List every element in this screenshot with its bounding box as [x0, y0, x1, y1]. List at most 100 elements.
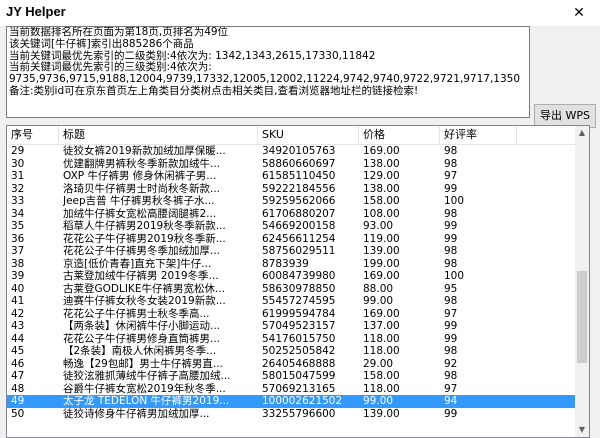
row-index: 42	[11, 307, 25, 320]
row-index: 31	[11, 170, 25, 182]
table-row[interactable]: 42 花花公子牛仔裤男士秋冬季高... 61999594784 169.00 97	[7, 308, 577, 321]
row-rating: 99	[444, 182, 458, 195]
row-sku: 50252505842	[262, 345, 336, 357]
row-index: 48	[11, 382, 25, 395]
row-rating: 98	[444, 145, 458, 157]
row-title: 徒狡泫雅抓薄绒牛仔裤子高腰加绒...	[63, 370, 231, 382]
row-title: OXP 牛仔裤男 修身休闲裤子男...	[63, 170, 217, 182]
row-index: 35	[11, 220, 25, 232]
table-row[interactable]: 32 洛琦贝牛仔裤男士时尚秋冬新款... 59222184556 138.00 99	[7, 183, 577, 196]
row-price: 139.00	[363, 245, 400, 257]
row-sku: 61706880207	[262, 207, 336, 220]
row-index: 30	[11, 157, 25, 170]
row-rating: 99	[444, 220, 458, 232]
title-bar: JY Helper ✕	[0, 0, 600, 26]
table-row[interactable]: 38 京造[低价青春]直充下架]牛仔... 8783939 199.00 98	[7, 258, 577, 271]
row-sku: 8783939	[262, 257, 309, 270]
table-row[interactable]: 43 【两条装】休闲裤牛仔小脚运动... 57049523157 137.00 99	[7, 320, 577, 333]
row-sku: 58860660697	[262, 157, 336, 170]
table-row[interactable]: 41 迪赛牛仔裤女秋冬女装2019新款... 55457274595 99.00 98	[7, 295, 577, 308]
info-textbox[interactable]: 当前数据排名所在页面为第18页,页排名为49位 该关键词[牛仔裤]索引出88528…	[6, 26, 530, 118]
row-rating: 97	[444, 170, 458, 182]
table-row[interactable]: 46 畅逸【29包邮】男士牛仔裤男直... 26405468888 29.00 92	[7, 358, 577, 371]
table-row[interactable]: 37 花花公子牛仔裤男冬季加绒加厚... 58756029511 139.00 98	[7, 245, 577, 258]
row-index: 40	[11, 282, 25, 295]
row-sku: 59259562066	[262, 195, 336, 207]
row-price: 88.00	[363, 282, 394, 295]
row-rating: 98	[444, 245, 458, 257]
table-row[interactable]: 29 徒狡女裤2019新款加绒加厚保暖... 34920105763 169.00 98	[7, 145, 577, 158]
row-title: 畅逸【29包邮】男士牛仔裤男直...	[63, 357, 223, 370]
row-price: 29.00	[363, 357, 394, 370]
row-rating: 94	[444, 395, 458, 407]
row-title: 古莱登加绒牛仔裤男 2019冬季...	[63, 270, 219, 282]
row-rating: 97	[444, 382, 458, 395]
row-sku: 60084739980	[262, 270, 336, 282]
row-sku: 34920105763	[262, 145, 336, 157]
column-header-price[interactable]: 价格	[359, 126, 440, 144]
table-row[interactable]: 47 徒狡泫雅抓薄绒牛仔裤子高腰加绒... 58015047599 158.00 98	[7, 370, 577, 383]
table-row[interactable]: 36 花花公子牛仔裤男2019秋冬季新... 62456611254 119.00 99	[7, 233, 577, 246]
row-index: 45	[11, 345, 25, 357]
table-row[interactable]: 31 OXP 牛仔裤男 修身休闲裤子男... 61585110450 129.00 97	[7, 170, 577, 183]
row-title: 稻草人牛仔裤男2019秋冬季新款...	[63, 220, 226, 232]
scroll-thumb[interactable]	[577, 271, 587, 363]
row-rating: 98	[444, 370, 458, 382]
row-price: 93.00	[363, 220, 394, 232]
vertical-scrollbar[interactable]: ▲ ▼	[575, 126, 589, 437]
row-title: 太子龙 TEDELON 牛仔裤男2019...	[63, 395, 230, 407]
table-row[interactable]: 35 稻草人牛仔裤男2019秋冬季新款... 54669200158 93.00 99	[7, 220, 577, 233]
row-title: 谷爵牛仔裤女宽松2019年秋冬季...	[63, 382, 226, 395]
row-sku: 57069213165	[262, 382, 336, 395]
row-title: 【两条装】休闲裤牛仔小脚运动...	[63, 320, 221, 332]
table-row[interactable]: 50 徒狡诗修身牛仔裤男加绒加厚... 33255796600 139.00 99	[7, 408, 577, 421]
row-sku: 59222184556	[262, 182, 336, 195]
row-price: 158.00	[363, 370, 400, 382]
column-header-rating[interactable]: 好评率	[440, 126, 517, 144]
table-row[interactable]: 39 古莱登加绒牛仔裤男 2019冬季... 60084739980 169.00 10…	[7, 270, 577, 283]
column-header-sku[interactable]: SKU	[258, 126, 359, 144]
row-index: 47	[11, 370, 25, 382]
row-price: 158.00	[363, 195, 400, 207]
row-title: 徒狡女裤2019新款加绒加厚保暖...	[63, 145, 226, 157]
table-row[interactable]: 33 Jeep吉普 牛仔裤男秋冬裤子水... 59259562066 158.00 10…	[7, 195, 577, 208]
scroll-up-icon[interactable]: ▲	[575, 126, 589, 140]
row-title: 古莱登GODLIKE牛仔裤男宽松休...	[63, 282, 225, 295]
row-rating: 92	[444, 357, 458, 370]
table-row[interactable]: 44 花花公子牛仔裤男修身直筒裤男... 54176015750 118.00 99	[7, 333, 577, 346]
column-header-index[interactable]: 序号	[7, 126, 59, 144]
row-title: 花花公子牛仔裤男冬季加绒加厚...	[63, 245, 221, 257]
table-row[interactable]: 34 加绒牛仔裤女宽松高腰阔腿裤2... 61706880207 108.00 98	[7, 208, 577, 221]
row-sku: 61585110450	[262, 170, 336, 182]
row-price: 99.00	[363, 295, 394, 307]
table-row[interactable]: 40 古莱登GODLIKE牛仔裤男宽松休... 58630978850 88.00 95	[7, 283, 577, 296]
results-list[interactable]: 序号 标题 SKU 价格 好评率 29 徒狡女裤2019新款加绒加厚保暖... 34…	[6, 125, 590, 438]
row-rating: 99	[444, 320, 458, 332]
row-title: Jeep吉普 牛仔裤男秋冬裤子水...	[63, 195, 215, 207]
row-index: 49	[11, 395, 25, 407]
scroll-down-icon[interactable]: ▼	[575, 423, 589, 437]
column-header-title[interactable]: 标题	[59, 126, 258, 144]
table-row[interactable]: 30 优建翻牌男裤秋冬季新款加绒牛... 58860660697 138.00 98	[7, 158, 577, 171]
row-title: 花花公子牛仔裤男修身直筒裤男...	[63, 332, 221, 345]
row-title: 徒狡诗修身牛仔裤男加绒加厚...	[63, 407, 210, 420]
close-icon[interactable]: ✕	[568, 2, 590, 24]
row-price: 118.00	[363, 332, 400, 345]
row-price: 139.00	[363, 407, 400, 420]
row-rating: 98	[444, 207, 458, 220]
row-rating: 98	[444, 257, 458, 270]
table-row[interactable]: 48 谷爵牛仔裤女宽松2019年秋冬季... 57069213165 118.00 97	[7, 383, 577, 396]
row-price: 138.00	[363, 182, 400, 195]
row-price: 129.00	[363, 170, 400, 182]
window-title: JY Helper	[6, 4, 66, 19]
table-row[interactable]: 45 【2条装】南极人休闲裤男冬季... 50252505842 118.00 98	[7, 345, 577, 358]
row-index: 34	[11, 207, 25, 220]
row-index: 32	[11, 182, 25, 195]
table-row-selected[interactable]: 49 太子龙 TEDELON 牛仔裤男2019... 100002621502 99.…	[7, 395, 577, 408]
row-index: 39	[11, 270, 25, 282]
row-index: 50	[11, 407, 25, 420]
row-rating: 97	[444, 307, 458, 320]
list-header: 序号 标题 SKU 价格 好评率	[7, 126, 577, 145]
row-index: 29	[11, 145, 25, 157]
row-sku: 61999594784	[262, 307, 336, 320]
